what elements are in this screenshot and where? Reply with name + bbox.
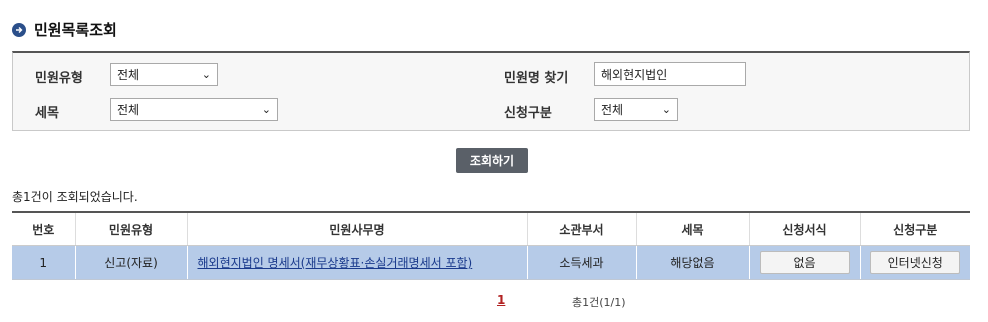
tax-select[interactable]: 전체 ⌄ xyxy=(110,98,278,121)
results-table: 번호 민원유형 민원사무명 소관부서 세목 신청서식 신청구분 1 신고(자료)… xyxy=(12,211,970,280)
tax-label: 세목 xyxy=(35,106,59,121)
chevron-down-icon: ⌄ xyxy=(261,103,271,116)
search-button[interactable]: 조회하기 xyxy=(456,148,528,173)
complaint-name-label: 민원명 찾기 xyxy=(504,71,569,86)
header-form: 신청서식 xyxy=(748,211,860,246)
header-tax: 세목 xyxy=(635,211,749,246)
page-header: 민원목록조회 xyxy=(12,19,117,40)
header-name: 민원사무명 xyxy=(186,211,527,246)
form-button[interactable]: 없음 xyxy=(759,251,850,274)
search-panel: 민원유형 전체 ⌄ 민원명 찾기 해외현지법인 세목 전체 ⌄ 신청구분 전체 … xyxy=(12,51,970,131)
header-dept: 소관부서 xyxy=(526,211,636,246)
complaint-type-label: 민원유형 xyxy=(35,71,83,86)
complaint-name-link[interactable]: 해외현지법인 명세서(재무상황표·손실거래명세서 포함) xyxy=(198,256,473,270)
header-apply: 신청구분 xyxy=(859,211,970,246)
table-header-row: 번호 민원유형 민원사무명 소관부서 세목 신청서식 신청구분 xyxy=(12,211,970,246)
header-no: 번호 xyxy=(12,211,75,246)
tax-value: 전체 xyxy=(117,103,140,117)
apply-type-label: 신청구분 xyxy=(504,106,552,121)
apply-type-select[interactable]: 전체 ⌄ xyxy=(594,98,678,121)
table-row: 1 신고(자료) 해외현지법인 명세서(재무상황표·손실거래명세서 포함) 소득… xyxy=(12,245,970,280)
row-form-cell: 없음 xyxy=(748,245,860,280)
complaint-type-value: 전체 xyxy=(117,68,140,82)
chevron-down-icon: ⌄ xyxy=(661,103,671,116)
row-no: 1 xyxy=(12,245,75,280)
pager-total: 총1건(1/1) xyxy=(572,296,626,309)
row-dept: 소득세과 xyxy=(526,245,636,280)
complaint-name-input[interactable]: 해외현지법인 xyxy=(594,62,746,86)
row-apply-cell: 인터넷신청 xyxy=(859,245,970,280)
row-type: 신고(자료) xyxy=(74,245,187,280)
result-count: 총1건이 조회되었습니다. xyxy=(12,190,138,204)
page-title: 민원목록조회 xyxy=(34,21,117,39)
pager-current-page[interactable]: 1 xyxy=(497,293,505,307)
header-type: 민원유형 xyxy=(74,211,187,246)
complaint-type-select[interactable]: 전체 ⌄ xyxy=(110,63,218,86)
row-name-cell: 해외현지법인 명세서(재무상황표·손실거래명세서 포함) xyxy=(186,245,527,280)
arrow-circle-icon xyxy=(12,22,26,37)
apply-type-value: 전체 xyxy=(601,103,624,117)
internet-apply-button[interactable]: 인터넷신청 xyxy=(870,251,961,274)
chevron-down-icon: ⌄ xyxy=(201,68,211,81)
row-tax: 해당없음 xyxy=(635,245,749,280)
